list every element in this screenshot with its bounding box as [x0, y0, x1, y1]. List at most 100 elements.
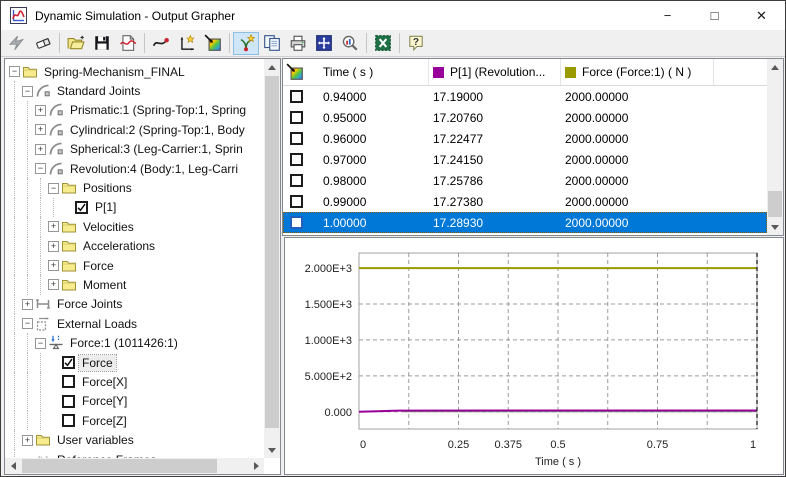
table-row[interactable]: 1.00000 17.28930 2000.00000: [283, 212, 767, 233]
tree-checkbox[interactable]: [62, 375, 75, 389]
collapse-toggle-icon[interactable]: −: [48, 182, 59, 194]
expand-toggle-icon[interactable]: +: [22, 434, 33, 446]
export-report-button[interactable]: [115, 32, 141, 55]
open-button[interactable]: [63, 32, 89, 55]
save-button[interactable]: [89, 32, 115, 55]
table-row[interactable]: 0.94000 17.19000 2000.00000: [283, 86, 767, 107]
row-checkbox[interactable]: [290, 111, 303, 124]
help-button[interactable]: ?: [403, 32, 429, 55]
column-header[interactable]: P[1] (Revolution...: [429, 59, 561, 85]
expand-toggle-icon[interactable]: +: [35, 143, 46, 155]
tree-checkbox[interactable]: [75, 200, 88, 214]
scroll-right-icon[interactable]: [248, 458, 264, 474]
row-checkbox[interactable]: [290, 90, 303, 103]
tree-item-label[interactable]: User variables: [54, 432, 137, 448]
scroll-thumb[interactable]: [768, 191, 782, 217]
tree-item-label[interactable]: Force: [80, 258, 117, 274]
collapse-toggle-icon[interactable]: −: [35, 337, 46, 349]
expand-toggle-icon[interactable]: +: [48, 260, 59, 272]
maximize-button[interactable]: □: [691, 1, 738, 30]
tree-item: + Force Joints: [9, 294, 264, 315]
new-graph-button[interactable]: [174, 32, 200, 55]
column-header[interactable]: Force (Force:1) ( N ): [561, 59, 714, 85]
scroll-down-icon[interactable]: [767, 219, 783, 235]
open-folder-icon: [67, 34, 85, 52]
table-row[interactable]: 0.99000 17.27380 2000.00000: [283, 191, 767, 212]
svg-text:1: 1: [750, 439, 756, 451]
scroll-up-icon[interactable]: [767, 59, 783, 75]
folder-icon: [61, 180, 80, 196]
app-chart-icon: [10, 7, 27, 24]
tree-item-label[interactable]: Moment: [80, 277, 129, 293]
row-checkbox[interactable]: [290, 216, 303, 229]
tree-item-label[interactable]: Standard Joints: [54, 83, 143, 99]
table-row[interactable]: 0.97000 17.24150 2000.00000: [283, 149, 767, 170]
scroll-left-icon[interactable]: [5, 458, 21, 474]
toolbar-separator: [366, 33, 367, 53]
folder-icon: [22, 64, 41, 80]
tree-item-label[interactable]: Accelerations: [80, 238, 158, 254]
tree-item-label[interactable]: Force[Z]: [79, 413, 130, 429]
table-row[interactable]: 0.95000 17.20760 2000.00000: [283, 107, 767, 128]
export-excel-button[interactable]: [370, 32, 396, 55]
table-cell: 2000.00000: [565, 152, 629, 167]
curve-properties-button[interactable]: [233, 31, 259, 55]
tree-item-label[interactable]: External Loads: [54, 316, 140, 332]
table-vertical-scrollbar[interactable]: [767, 59, 783, 235]
colormap-icon[interactable]: [283, 63, 319, 81]
tree-item: − Force:1 (1011426:1): [9, 333, 264, 354]
tree-horizontal-scrollbar[interactable]: [5, 458, 264, 474]
tree-item-label[interactable]: Velocities: [80, 219, 137, 235]
collapse-toggle-icon[interactable]: −: [22, 318, 33, 330]
zoom-window-button[interactable]: [337, 32, 363, 55]
tree-item-label[interactable]: Spherical:3 (Leg-Carrier:1, Sprin: [67, 141, 246, 157]
scroll-down-icon[interactable]: [264, 442, 280, 458]
colormap-button[interactable]: [200, 32, 226, 55]
tree-item-label[interactable]: Positions: [80, 180, 135, 196]
expand-toggle-icon[interactable]: +: [35, 104, 46, 116]
tree-item-label[interactable]: Force:1 (1011426:1): [67, 335, 181, 351]
tree-checkbox[interactable]: [62, 394, 75, 408]
row-checkbox[interactable]: [290, 174, 303, 187]
tree-item-label[interactable]: Force[Y]: [79, 393, 130, 409]
expand-toggle-icon[interactable]: +: [48, 279, 59, 291]
collapse-toggle-icon[interactable]: −: [22, 85, 33, 97]
tree-item-label[interactable]: Prismatic:1 (Spring-Top:1, Spring: [67, 102, 249, 118]
force-load-icon: [48, 335, 67, 351]
expand-toggle-icon[interactable]: +: [35, 124, 46, 136]
tree-item-label[interactable]: Force[X]: [79, 374, 130, 390]
expand-toggle-icon[interactable]: +: [48, 221, 59, 233]
simulation-player-button[interactable]: [4, 32, 30, 55]
scroll-thumb[interactable]: [265, 76, 279, 428]
minimize-button[interactable]: −: [644, 1, 691, 30]
output-grapher-window: Dynamic Simulation - Output Grapher − □ …: [0, 0, 786, 477]
close-button[interactable]: ✕: [738, 1, 785, 30]
clear-curves-button[interactable]: [30, 32, 56, 55]
tree-item-label[interactable]: P[1]: [92, 199, 119, 215]
scroll-up-icon[interactable]: [264, 59, 280, 75]
expand-toggle-icon[interactable]: +: [22, 298, 33, 310]
tree-checkbox[interactable]: [62, 356, 75, 370]
row-checkbox[interactable]: [290, 195, 303, 208]
tree-item-label[interactable]: Revolution:4 (Body:1, Leg-Carri: [67, 161, 241, 177]
new-curve-button[interactable]: [148, 32, 174, 55]
scroll-thumb[interactable]: [22, 459, 217, 473]
collapse-toggle-icon[interactable]: −: [9, 66, 20, 78]
print-button[interactable]: [285, 32, 311, 55]
fit-view-button[interactable]: [311, 32, 337, 55]
tree-item-label[interactable]: Spring-Mechanism_FINAL: [41, 64, 188, 80]
tree-checkbox[interactable]: [62, 414, 75, 428]
collapse-toggle-icon[interactable]: −: [35, 163, 46, 175]
row-checkbox[interactable]: [290, 153, 303, 166]
table-row[interactable]: 0.98000 17.25786 2000.00000: [283, 170, 767, 191]
tree-item: − Revolution:4 (Body:1, Leg-Carri: [9, 158, 264, 179]
table-row[interactable]: 0.96000 17.22477 2000.00000: [283, 128, 767, 149]
tree-item-label[interactable]: Cylindrical:2 (Spring-Top:1, Body: [67, 122, 248, 138]
tree-item-label[interactable]: Force Joints: [54, 296, 125, 312]
copy-button[interactable]: [259, 32, 285, 55]
column-header[interactable]: Time ( s ): [319, 59, 429, 85]
row-checkbox[interactable]: [290, 132, 303, 145]
expand-toggle-icon[interactable]: +: [48, 240, 59, 252]
tree-item-label[interactable]: Force: [78, 353, 117, 372]
tree-vertical-scrollbar[interactable]: [264, 59, 280, 458]
